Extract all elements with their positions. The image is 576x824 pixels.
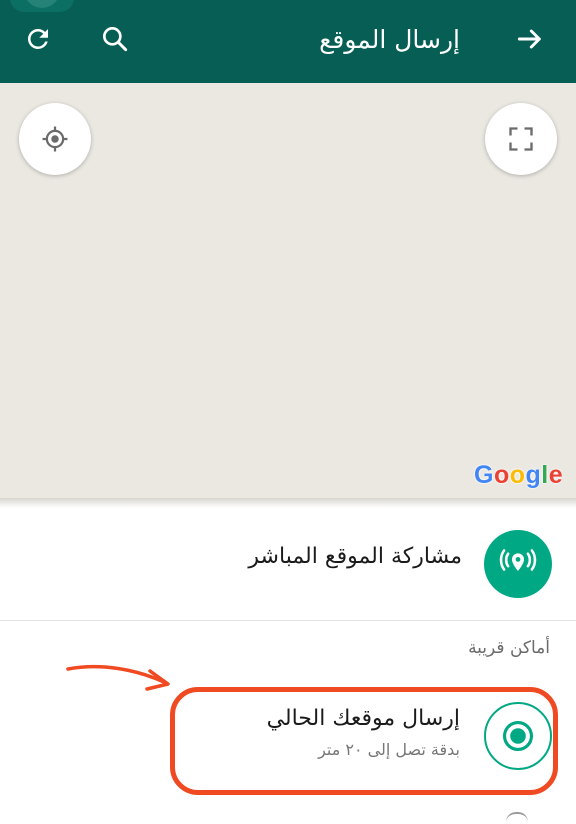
nearby-places-header: أماكن قريبة [468,638,550,658]
google-attribution: Google [474,461,564,489]
share-live-location-row[interactable]: مشاركة الموقع المباشر [0,508,576,620]
back-button[interactable] [508,17,552,61]
map-shadow [0,498,576,508]
fullscreen-button[interactable] [485,103,557,175]
fullscreen-icon [509,127,533,151]
annotation-arrow-icon [66,664,170,691]
annotation-highlight-box [170,687,558,795]
live-location-icon [499,549,537,571]
my-location-button[interactable] [19,103,91,175]
share-live-location-label: مشاركة الموقع المباشر [248,544,462,569]
live-location-icon-circle [484,530,552,598]
page-title: إرسال الموقع [319,25,460,54]
overlay-handle [10,0,74,12]
refresh-icon [28,28,48,49]
my-location-icon [42,126,68,152]
next-item-peek [506,812,528,824]
refresh-button[interactable] [16,17,60,61]
app-bar: إرسال الموقع [0,0,576,83]
search-icon [103,26,128,52]
arrow-forward-icon [517,29,541,49]
search-button[interactable] [93,17,137,61]
divider [0,620,576,621]
